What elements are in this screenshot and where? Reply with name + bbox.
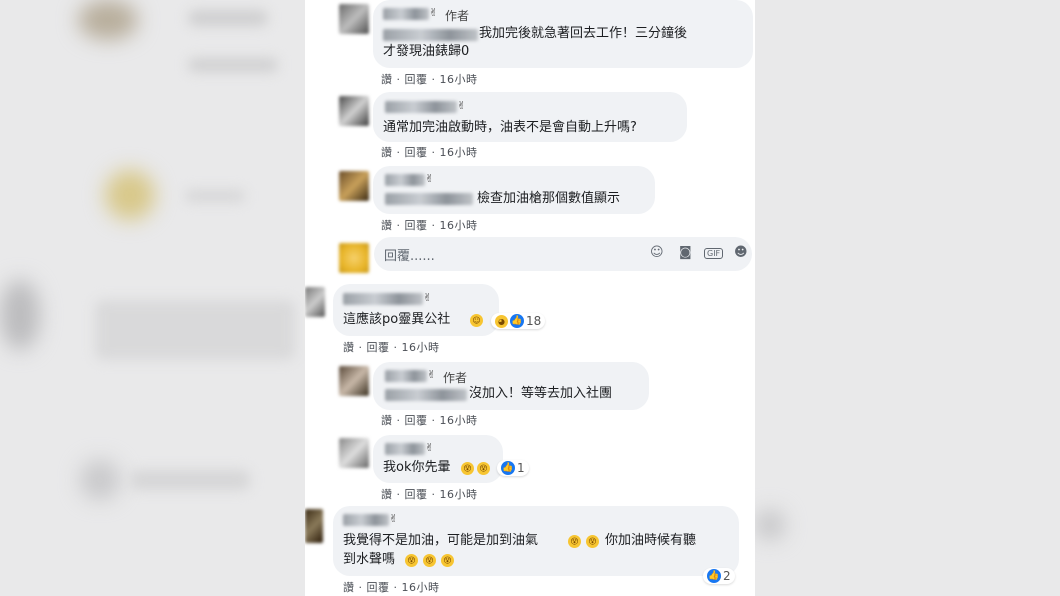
dizzy-emoji-icon: 😵 — [441, 554, 454, 567]
dizzy-emoji-icon: 😵 — [461, 462, 474, 475]
comment-text: 沒加入！等等去加入社團 — [469, 386, 613, 401]
wave-icon: ✌ — [425, 441, 435, 454]
bg-bar — [188, 58, 278, 72]
bg-bar — [130, 470, 250, 490]
comment-text: 通常加完油啟動時，油表不是會自動上升嗎? — [383, 120, 637, 135]
wave-icon: ✌ — [429, 6, 439, 19]
commenter-name[interactable] — [383, 29, 478, 41]
comment-text: 你加油時候有聽 — [605, 533, 697, 548]
comment-actions[interactable]: 讚 · 回覆 · 16小時 — [381, 144, 477, 160]
bg-avatar — [755, 510, 785, 540]
wave-icon: ✌ — [423, 291, 433, 304]
reply-input[interactable]: 回覆...... ☺ ◙ GIF ☻ — [374, 237, 752, 271]
comment-actions[interactable]: 讚 · 回覆 · 16小時 — [381, 217, 477, 233]
author-badge: 作者 — [443, 371, 468, 385]
commenter-name[interactable] — [385, 443, 425, 455]
comment-actions[interactable]: 讚 · 回覆 · 16小時 — [343, 579, 439, 595]
reaction-number: 1 — [517, 461, 525, 475]
reaction-count[interactable]: ◕ 👍 18 — [491, 313, 546, 329]
commenter-name[interactable] — [385, 193, 473, 205]
commenter-name[interactable] — [385, 101, 457, 113]
dizzy-emoji-icon: 😵 — [423, 554, 436, 567]
commenter-name[interactable] — [343, 293, 423, 305]
avatar[interactable] — [339, 4, 369, 34]
wave-icon: ✌ — [389, 512, 399, 525]
avatar[interactable] — [305, 287, 325, 317]
comment-actions[interactable]: 讚 · 回覆 · 16小時 — [343, 339, 439, 355]
comment-text: 這應該po靈異公社 — [343, 312, 451, 327]
like-reaction-icon: 👍 — [707, 569, 721, 583]
bg-bar — [185, 190, 245, 202]
reply-placeholder: 回覆...... — [384, 249, 435, 264]
commenter-name[interactable] — [343, 514, 389, 526]
camera-icon[interactable]: ◙ — [679, 245, 692, 260]
comment-thread: ✌ 作者 我加完後就急著回去工作！三分鐘後 才發現油錶歸0 讚 · 回覆 · 1… — [305, 0, 755, 596]
wave-icon: ✌ — [427, 368, 437, 381]
avatar[interactable] — [339, 366, 369, 396]
comment-actions[interactable]: 讚 · 回覆 · 16小時 — [381, 486, 477, 502]
author-badge: 作者 — [445, 9, 470, 23]
sticker-icon[interactable]: ☻ — [734, 245, 748, 260]
bg-bar — [95, 300, 295, 360]
bg-avatar — [105, 170, 155, 220]
reaction-count[interactable]: 👍 2 — [703, 568, 735, 584]
like-reaction-icon: 👍 — [501, 461, 515, 475]
avatar[interactable] — [339, 243, 369, 273]
reaction-number: 2 — [723, 569, 731, 583]
commenter-name[interactable] — [385, 174, 425, 186]
wave-icon: ✌ — [457, 99, 467, 112]
comment-actions[interactable]: 讚 · 回覆 · 16小時 — [381, 71, 477, 87]
dizzy-emoji-icon: 😵 — [405, 554, 418, 567]
comment-text: 才發現油錶歸0 — [383, 44, 470, 59]
reaction-number: 18 — [526, 314, 542, 328]
bg-avatar — [0, 280, 40, 350]
reaction-count[interactable]: 👍 1 — [497, 460, 529, 476]
commenter-name[interactable] — [385, 389, 467, 401]
bg-bar — [188, 10, 268, 26]
comment-text: 我覺得不是加油，可能是加到油氣 — [343, 533, 539, 548]
commenter-name[interactable] — [383, 8, 429, 20]
avatar[interactable] — [339, 171, 369, 201]
gif-icon[interactable]: GIF — [704, 248, 724, 259]
wave-icon: ✌ — [425, 172, 435, 185]
avatar[interactable] — [339, 438, 369, 468]
comment-actions[interactable]: 讚 · 回覆 · 16小時 — [381, 412, 477, 428]
dizzy-emoji-icon: 😵 — [477, 462, 490, 475]
bg-avatar — [78, 0, 138, 40]
bg-avatar — [80, 460, 120, 500]
avatar[interactable] — [339, 96, 369, 126]
emoji-icon[interactable]: ☺ — [650, 245, 664, 260]
avatar[interactable] — [305, 509, 323, 543]
comment-text: 我ok你先暈 — [383, 460, 451, 475]
dizzy-emoji-icon: 😵 — [568, 535, 581, 548]
commenter-name[interactable] — [385, 370, 427, 382]
dizzy-emoji-icon: 😵 — [586, 535, 599, 548]
like-reaction-icon: 👍 — [510, 314, 524, 328]
comment-text: 檢查加油槍那個數值顯示 — [477, 191, 621, 206]
comment-text: 到水聲嗎 — [343, 552, 396, 567]
comment-text: 我加完後就急著回去工作！三分鐘後 — [479, 26, 688, 41]
laugh-reaction-icon: ◕ — [495, 314, 508, 328]
smile-emoji-icon: ☺ — [470, 314, 483, 327]
